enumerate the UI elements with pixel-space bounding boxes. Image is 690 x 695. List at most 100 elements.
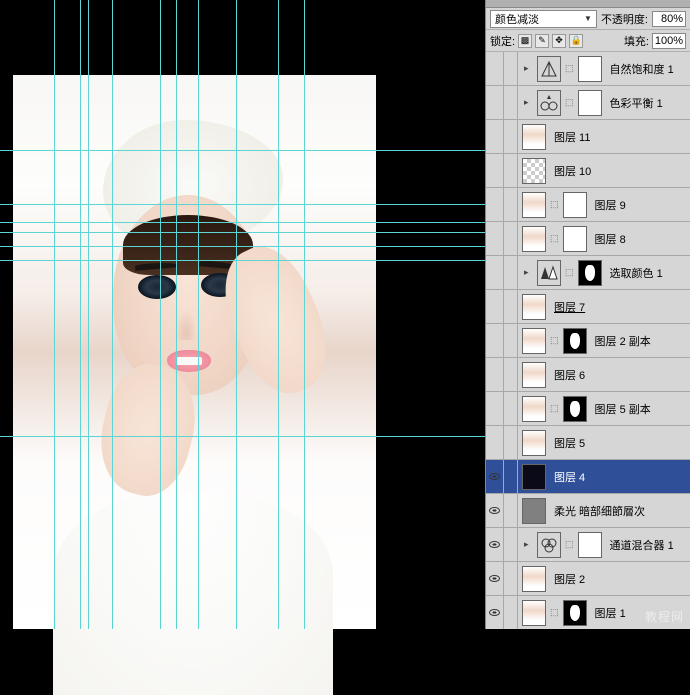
layer-link-column[interactable] (504, 256, 518, 289)
layer-thumbnail[interactable] (522, 158, 546, 184)
layer-thumbnail[interactable] (522, 294, 546, 320)
layer-visibility-toggle[interactable] (486, 596, 504, 629)
layer-name[interactable]: 图层 5 副本 (591, 401, 690, 417)
layer-thumbnail[interactable] (522, 464, 546, 490)
opacity-input[interactable]: 80% (652, 11, 686, 27)
layer-row[interactable]: ⬚ 图层 2 副本 (486, 324, 690, 358)
layer-visibility-toggle[interactable] (486, 188, 504, 221)
guide-horizontal[interactable] (0, 204, 485, 205)
guide-vertical[interactable] (198, 0, 199, 629)
layer-mask-thumbnail[interactable] (563, 396, 587, 422)
guide-horizontal[interactable] (0, 222, 485, 223)
layer-link-column[interactable] (504, 154, 518, 187)
layer-name[interactable]: 图层 1 (591, 605, 690, 621)
layer-name[interactable]: 图层 2 (550, 571, 690, 587)
expand-icon[interactable]: ▸ (524, 97, 534, 108)
layer-row[interactable]: 柔光 暗部细節層次 (486, 494, 690, 528)
layer-name[interactable]: 图层 6 (550, 367, 690, 383)
layer-row[interactable]: ▸ ⬚ 色彩平衡 1 (486, 86, 690, 120)
layer-name[interactable]: 色彩平衡 1 (606, 95, 690, 111)
layer-name[interactable]: 图层 9 (591, 197, 690, 213)
layer-link-column[interactable] (504, 120, 518, 153)
layer-thumbnail[interactable] (522, 124, 546, 150)
layer-mask-thumbnail[interactable] (578, 90, 602, 116)
layer-link-column[interactable] (504, 86, 518, 119)
layer-thumbnail[interactable] (522, 328, 546, 354)
layer-link-column[interactable] (504, 324, 518, 357)
layer-link-column[interactable] (504, 52, 518, 85)
layer-visibility-toggle[interactable] (486, 86, 504, 119)
layer-mask-thumbnail[interactable] (578, 260, 602, 286)
lock-position-icon[interactable]: ✥ (552, 34, 566, 48)
layer-visibility-toggle[interactable] (486, 392, 504, 425)
guide-vertical[interactable] (236, 0, 237, 629)
layer-thumbnail[interactable] (522, 498, 546, 524)
link-mask-icon[interactable]: ⬚ (550, 403, 559, 414)
layer-visibility-toggle[interactable] (486, 290, 504, 323)
guide-horizontal[interactable] (0, 246, 485, 247)
layer-thumbnail[interactable] (522, 226, 546, 252)
layer-name[interactable]: 图层 5 (550, 435, 690, 451)
layer-row[interactable]: ⬚ 图层 9 (486, 188, 690, 222)
layer-row[interactable]: ▸⬚通道混合器 1 (486, 528, 690, 562)
layer-name[interactable]: 通道混合器 1 (606, 537, 690, 553)
layer-name[interactable]: 图层 2 副本 (591, 333, 690, 349)
layer-link-column[interactable] (504, 562, 518, 595)
layer-visibility-toggle[interactable] (486, 426, 504, 459)
layer-visibility-toggle[interactable] (486, 324, 504, 357)
layer-visibility-toggle[interactable] (486, 52, 504, 85)
layer-thumbnail[interactable] (522, 600, 546, 626)
link-mask-icon[interactable]: ⬚ (565, 267, 574, 278)
layer-row[interactable]: ⬚ 图层 5 副本 (486, 392, 690, 426)
layer-row[interactable]: 图层 10 (486, 154, 690, 188)
link-mask-icon[interactable]: ⬚ (550, 335, 559, 346)
fill-input[interactable]: 100% (652, 33, 686, 49)
adjustment-icon[interactable] (537, 532, 561, 558)
layer-link-column[interactable] (504, 528, 518, 561)
layer-thumbnail[interactable] (522, 566, 546, 592)
layer-mask-thumbnail[interactable] (578, 532, 602, 558)
guide-vertical[interactable] (278, 0, 279, 629)
layer-name[interactable]: 自然饱和度 1 (606, 61, 690, 77)
adjustment-icon[interactable] (537, 90, 561, 116)
link-mask-icon[interactable]: ⬚ (550, 607, 559, 618)
expand-icon[interactable]: ▸ (524, 539, 534, 550)
lock-all-icon[interactable]: 🔒 (569, 34, 583, 48)
adjustment-icon[interactable] (537, 56, 561, 82)
layer-thumbnail[interactable] (522, 396, 546, 422)
layer-name[interactable]: 图层 7 (550, 299, 690, 315)
layer-link-column[interactable] (504, 358, 518, 391)
layer-visibility-toggle[interactable] (486, 222, 504, 255)
layer-mask-thumbnail[interactable] (563, 600, 587, 626)
lock-pixels-icon[interactable]: ✎ (535, 34, 549, 48)
layer-mask-thumbnail[interactable] (563, 328, 587, 354)
layer-visibility-toggle[interactable] (486, 460, 504, 493)
guide-horizontal[interactable] (0, 260, 485, 261)
link-mask-icon[interactable]: ⬚ (565, 97, 574, 108)
layer-row[interactable]: 图层 4 (486, 460, 690, 494)
layer-row[interactable]: 图层 5 (486, 426, 690, 460)
guide-vertical[interactable] (112, 0, 113, 629)
layer-visibility-toggle[interactable] (486, 358, 504, 391)
layer-visibility-toggle[interactable] (486, 120, 504, 153)
adjustment-icon[interactable] (537, 260, 561, 286)
layer-row[interactable]: 图层 2 (486, 562, 690, 596)
guide-vertical[interactable] (176, 0, 177, 629)
layer-visibility-toggle[interactable] (486, 256, 504, 289)
layer-name[interactable]: 图层 11 (550, 129, 690, 145)
layer-link-column[interactable] (504, 222, 518, 255)
layer-visibility-toggle[interactable] (486, 528, 504, 561)
lock-transparency-icon[interactable]: ▩ (518, 34, 532, 48)
layer-thumbnail[interactable] (522, 362, 546, 388)
layer-row[interactable]: 图层 7 (486, 290, 690, 324)
guide-vertical[interactable] (160, 0, 161, 629)
layer-row[interactable]: 图层 11 (486, 120, 690, 154)
layer-name[interactable]: 柔光 暗部细節層次 (550, 503, 690, 519)
layer-link-column[interactable] (504, 290, 518, 323)
link-mask-icon[interactable]: ⬚ (550, 199, 559, 210)
layer-row[interactable]: ▸ ⬚ 选取颜色 1 (486, 256, 690, 290)
layer-name[interactable]: 图层 10 (550, 163, 690, 179)
layer-name[interactable]: 图层 8 (591, 231, 690, 247)
expand-icon[interactable]: ▸ (524, 267, 534, 278)
layer-name[interactable]: 选取颜色 1 (606, 265, 690, 281)
